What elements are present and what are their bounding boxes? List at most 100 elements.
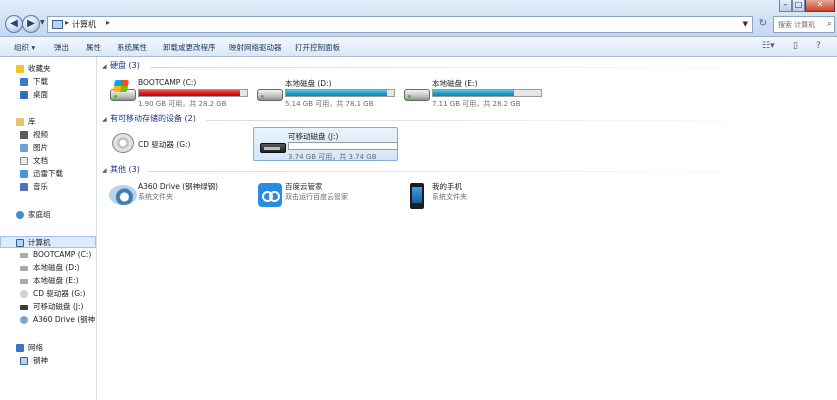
search-placeholder: 搜索 计算机 (778, 21, 816, 29)
star-icon (16, 65, 24, 73)
nav-drive-c[interactable]: BOOTCAMP (C:) (0, 249, 96, 261)
nav-pictures[interactable]: 图片 (0, 142, 96, 154)
capacity-bar (285, 89, 395, 97)
nav-a360-drive[interactable]: A360 Drive (钢神 (0, 314, 96, 326)
hard-drive-icon (20, 279, 28, 284)
properties-button[interactable]: 属性 (86, 42, 101, 53)
navigation-pane: 收藏夹 下载 桌面 库 视频 图片 文档 迅雷下载 音乐 家庭组 计算机 BOO… (0, 57, 97, 400)
forward-button[interactable]: ▶ (22, 15, 40, 33)
address-dropdown-icon[interactable]: ▼ (743, 20, 748, 28)
other-tile-a360[interactable]: A360 Drive (钢神绿钢) 系统文件夹 (104, 178, 249, 212)
nav-drive-g[interactable]: CD 驱动器 (G:) (0, 288, 96, 300)
a360-icon (20, 316, 28, 324)
explorer-window: – □ ✕ ◀ ▶ ▼ ▸ 计算机 ▸ ▼ ↻ 搜索 计算机 ⌕ 组织 ▾ 弹出… (0, 0, 837, 400)
collapse-triangle-icon[interactable]: ◢ (102, 116, 110, 123)
document-icon (20, 157, 28, 165)
a360-icon (108, 183, 137, 207)
refresh-icon[interactable]: ↻ (757, 18, 769, 30)
drive-tile-j[interactable]: 可移动磁盘 (J:) 3.74 GB 可用，共 3.74 GB (253, 127, 398, 161)
downloads-icon (20, 78, 28, 86)
breadcrumb-chevron-icon[interactable]: ▸ (106, 18, 110, 27)
preview-pane-icon[interactable]: ▯ (793, 41, 798, 51)
nav-drive-e[interactable]: 本地磁盘 (E:) (0, 275, 96, 287)
breadcrumb-computer[interactable]: 计算机 (72, 19, 96, 30)
nav-documents[interactable]: 文档 (0, 155, 96, 167)
command-bar: 组织 ▾ 弹出 属性 系统属性 卸载或更改程序 映射网络驱动器 打开控制面板 ☷… (0, 37, 837, 57)
computer-icon (20, 357, 28, 365)
nav-network-pc[interactable]: 钢神 (0, 355, 96, 367)
nav-xunlei-downloads[interactable]: 迅雷下载 (0, 168, 96, 180)
nav-network[interactable]: 网络 (0, 342, 96, 354)
back-button[interactable]: ◀ (5, 15, 23, 33)
organize-menu[interactable]: 组织 ▾ (14, 42, 35, 53)
usb-drive-icon (258, 133, 286, 157)
open-control-panel-button[interactable]: 打开控制面板 (295, 42, 340, 53)
cd-drive-icon (108, 133, 136, 157)
group-divider (206, 120, 830, 121)
minimize-button[interactable]: – (779, 0, 792, 12)
collapse-triangle-icon[interactable]: ◢ (102, 167, 110, 174)
baidu-cloud-icon (255, 183, 283, 207)
picture-icon (20, 144, 28, 152)
address-bar[interactable]: ▸ 计算机 ▸ ▼ (47, 16, 753, 33)
drive-tile-c[interactable]: BOOTCAMP (C:) 1.90 GB 可用，共 28.2 GB (104, 75, 249, 109)
group-divider (150, 67, 830, 68)
capacity-fill (286, 90, 387, 96)
network-icon (16, 344, 24, 352)
nav-drive-j[interactable]: 可移动磁盘 (J:) (0, 301, 96, 313)
group-header-removable[interactable]: ◢ 有可移动存储的设备 (2) (102, 113, 196, 125)
help-icon[interactable]: ? (816, 41, 821, 51)
folder-icon (20, 170, 28, 178)
nav-videos[interactable]: 视频 (0, 129, 96, 141)
uninstall-program-button[interactable]: 卸载或更改程序 (163, 42, 216, 53)
capacity-fill (433, 90, 514, 96)
homegroup-icon (16, 211, 24, 219)
system-properties-button[interactable]: 系统属性 (117, 42, 147, 53)
nav-music[interactable]: 音乐 (0, 181, 96, 193)
phone-icon (402, 183, 430, 209)
hard-drive-icon (20, 253, 28, 258)
group-header-hard-disks[interactable]: ◢ 硬盘 (3) (102, 60, 140, 72)
drive-tile-e[interactable]: 本地磁盘 (E:) 7.11 GB 可用，共 28.2 GB (398, 75, 543, 109)
nav-homegroup[interactable]: 家庭组 (0, 209, 96, 221)
title-bar: – □ ✕ ◀ ▶ ▼ ▸ 计算机 ▸ ▼ ↻ 搜索 计算机 ⌕ (0, 0, 837, 37)
nav-downloads[interactable]: 下载 (0, 76, 96, 88)
capacity-bar (288, 142, 398, 150)
view-options-icon[interactable]: ☷▾ (762, 41, 775, 51)
hard-drive-icon (20, 266, 28, 271)
maximize-button[interactable]: □ (792, 0, 805, 12)
collapse-triangle-icon[interactable]: ◢ (102, 63, 110, 70)
desktop-icon (20, 91, 28, 99)
nav-libraries[interactable]: 库 (0, 116, 96, 128)
capacity-fill (139, 90, 240, 96)
music-icon (20, 183, 28, 191)
content-pane: ◢ 硬盘 (3) BOOTCAMP (C:) 1.90 GB 可用，共 28.2 … (98, 57, 837, 400)
windows-drive-icon (108, 80, 136, 104)
group-divider (148, 171, 830, 172)
drive-tile-g[interactable]: CD 驱动器 (G:) (104, 128, 249, 162)
hard-drive-icon (255, 80, 283, 104)
search-icon: ⌕ (826, 19, 832, 29)
hard-drive-icon (402, 80, 430, 104)
other-tile-phone[interactable]: 我的手机 系统文件夹 (398, 178, 543, 212)
nav-desktop[interactable]: 桌面 (0, 89, 96, 101)
close-button[interactable]: ✕ (805, 0, 835, 12)
library-icon (16, 118, 24, 126)
eject-button[interactable]: 弹出 (54, 42, 69, 53)
computer-icon (16, 239, 24, 247)
other-tile-baidu[interactable]: 百度云管家 双击运行百度云管家 (251, 178, 396, 212)
computer-icon (52, 20, 63, 29)
recent-pages-chevron-icon[interactable]: ▼ (40, 19, 45, 26)
cd-drive-icon (20, 290, 28, 298)
video-icon (20, 131, 28, 139)
capacity-bar (432, 89, 542, 97)
group-header-other[interactable]: ◢ 其他 (3) (102, 164, 140, 176)
nav-computer[interactable]: 计算机 (0, 236, 96, 248)
capacity-bar (138, 89, 248, 97)
map-network-drive-button[interactable]: 映射网络驱动器 (229, 42, 282, 53)
breadcrumb-chevron-icon[interactable]: ▸ (65, 18, 69, 27)
nav-favorites[interactable]: 收藏夹 (0, 63, 96, 75)
search-input[interactable]: 搜索 计算机 ⌕ (773, 16, 835, 33)
drive-tile-d[interactable]: 本地磁盘 (D:) 5.14 GB 可用，共 78.1 GB (251, 75, 396, 109)
nav-drive-d[interactable]: 本地磁盘 (D:) (0, 262, 96, 274)
